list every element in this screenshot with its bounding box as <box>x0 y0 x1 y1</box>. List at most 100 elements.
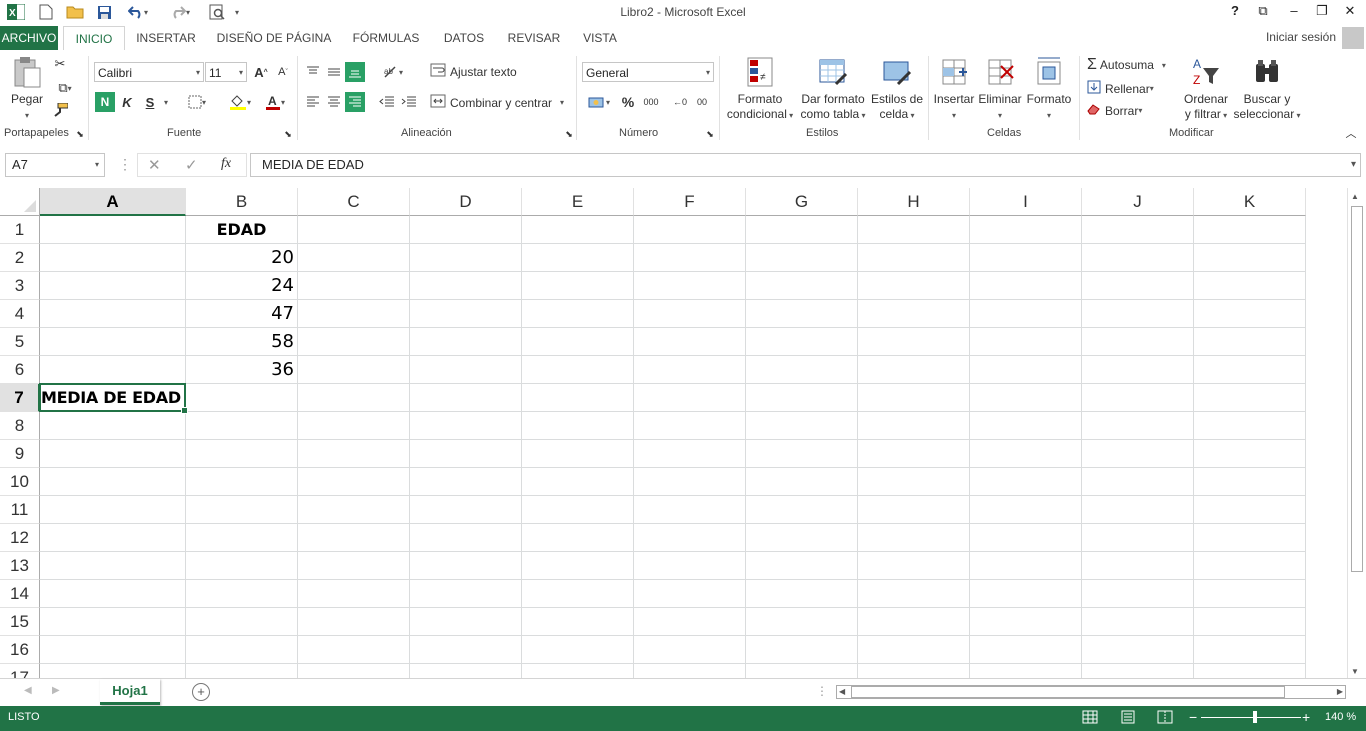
cell-b13[interactable] <box>186 552 298 580</box>
cell-d15[interactable] <box>410 608 522 636</box>
cell-k7[interactable] <box>1194 384 1306 412</box>
cell-j4[interactable] <box>1082 300 1194 328</box>
underline-dropdown-icon[interactable]: ▾ <box>160 92 172 112</box>
cell-i10[interactable] <box>970 468 1082 496</box>
cell-f6[interactable] <box>634 356 746 384</box>
cell-h15[interactable] <box>858 608 970 636</box>
row-header-9[interactable]: 9 <box>0 440 40 468</box>
column-header-i[interactable]: I <box>970 188 1082 216</box>
cell-f3[interactable] <box>634 272 746 300</box>
cell-a12[interactable] <box>40 524 186 552</box>
cell-c4[interactable] <box>298 300 410 328</box>
cell-k5[interactable] <box>1194 328 1306 356</box>
row-header-8[interactable]: 8 <box>0 412 40 440</box>
cell-f10[interactable] <box>634 468 746 496</box>
cell-j15[interactable] <box>1082 608 1194 636</box>
cell-b10[interactable] <box>186 468 298 496</box>
row-header-15[interactable]: 15 <box>0 608 40 636</box>
cut-icon[interactable]: ✂ <box>50 54 70 74</box>
ribbon-display-options-icon[interactable]: ⧉ <box>1252 3 1274 21</box>
column-header-a[interactable]: A <box>40 188 186 216</box>
cell-i9[interactable] <box>970 440 1082 468</box>
cell-d14[interactable] <box>410 580 522 608</box>
format-cells-button[interactable]: Formato ▾ <box>1024 56 1074 123</box>
scroll-right-icon[interactable]: ▶ <box>1337 687 1343 696</box>
bold-button[interactable]: N <box>95 92 115 112</box>
sign-in-link[interactable]: Iniciar sesión <box>1266 30 1336 44</box>
tab-inicio[interactable]: INICIO <box>63 26 125 52</box>
scroll-up-icon[interactable]: ▲ <box>1351 192 1359 201</box>
increase-indent-icon[interactable] <box>399 92 419 112</box>
cell-h3[interactable] <box>858 272 970 300</box>
cell-f13[interactable] <box>634 552 746 580</box>
thousands-button[interactable]: 000 <box>640 92 662 112</box>
insert-function-icon[interactable]: fx <box>221 156 231 172</box>
cell-h17[interactable] <box>858 664 970 678</box>
cell-k16[interactable] <box>1194 636 1306 664</box>
enter-entry-icon[interactable]: ✓ <box>185 156 198 174</box>
cell-b6[interactable]: 36 <box>186 356 298 384</box>
cell-h16[interactable] <box>858 636 970 664</box>
cell-e4[interactable] <box>522 300 634 328</box>
cell-j5[interactable] <box>1082 328 1194 356</box>
cell-d12[interactable] <box>410 524 522 552</box>
cell-g7[interactable] <box>746 384 858 412</box>
cell-a10[interactable] <box>40 468 186 496</box>
row-header-14[interactable]: 14 <box>0 580 40 608</box>
find-select-button[interactable]: Buscar y seleccionar ▾ <box>1232 56 1302 123</box>
cell-j7[interactable] <box>1082 384 1194 412</box>
cell-e5[interactable] <box>522 328 634 356</box>
column-header-f[interactable]: F <box>634 188 746 216</box>
row-header-4[interactable]: 4 <box>0 300 40 328</box>
page-layout-view-icon[interactable] <box>1120 710 1136 727</box>
format-painter-icon[interactable] <box>50 100 70 120</box>
row-header-2[interactable]: 2 <box>0 244 40 272</box>
cell-i7[interactable] <box>970 384 1082 412</box>
cell-c12[interactable] <box>298 524 410 552</box>
cell-j12[interactable] <box>1082 524 1194 552</box>
cell-h11[interactable] <box>858 496 970 524</box>
page-break-view-icon[interactable] <box>1157 710 1173 727</box>
cell-h1[interactable] <box>858 216 970 244</box>
column-header-j[interactable]: J <box>1082 188 1194 216</box>
cell-b2[interactable]: 20 <box>186 244 298 272</box>
copy-icon[interactable]: ⧉ ▾ <box>50 78 80 98</box>
cell-j13[interactable] <box>1082 552 1194 580</box>
zoom-slider[interactable] <box>1201 717 1301 718</box>
sheet-tab-hoja1[interactable]: Hoja1 <box>100 679 160 705</box>
cell-i1[interactable] <box>970 216 1082 244</box>
cell-h6[interactable] <box>858 356 970 384</box>
decrease-font-icon[interactable]: Aˇ <box>273 62 293 82</box>
zoom-out-icon[interactable]: − <box>1189 709 1197 725</box>
cell-g16[interactable] <box>746 636 858 664</box>
next-sheet-icon[interactable]: ▶ <box>52 685 60 696</box>
cell-f11[interactable] <box>634 496 746 524</box>
align-bottom-icon[interactable] <box>345 62 365 82</box>
cell-i14[interactable] <box>970 580 1082 608</box>
scroll-left-icon[interactable]: ◀ <box>839 687 845 696</box>
font-launcher-icon[interactable]: ⬊ <box>282 128 294 140</box>
row-header-12[interactable]: 12 <box>0 524 40 552</box>
splitter-icon[interactable]: ⋮ <box>816 684 828 698</box>
tab-insertar[interactable]: INSERTAR <box>130 26 202 50</box>
scroll-down-icon[interactable]: ▼ <box>1351 667 1359 676</box>
italic-button[interactable]: K <box>117 92 137 112</box>
cell-d4[interactable] <box>410 300 522 328</box>
cell-j17[interactable] <box>1082 664 1194 678</box>
cell-f12[interactable] <box>634 524 746 552</box>
cell-i2[interactable] <box>970 244 1082 272</box>
cell-b11[interactable] <box>186 496 298 524</box>
underline-button[interactable]: S <box>140 92 160 112</box>
cell-g11[interactable] <box>746 496 858 524</box>
cell-a7[interactable]: MEDIA DE EDAD <box>40 384 186 412</box>
name-box[interactable]: A7 ▾ <box>5 153 105 177</box>
cell-b9[interactable] <box>186 440 298 468</box>
cell-f15[interactable] <box>634 608 746 636</box>
cell-h4[interactable] <box>858 300 970 328</box>
cell-h14[interactable] <box>858 580 970 608</box>
increase-font-icon[interactable]: A ^ <box>251 62 271 82</box>
vertical-scroll-thumb[interactable] <box>1351 206 1363 572</box>
cell-b16[interactable] <box>186 636 298 664</box>
cell-j6[interactable] <box>1082 356 1194 384</box>
sort-filter-button[interactable]: AZ Ordenar y filtrar ▾ <box>1180 56 1232 123</box>
